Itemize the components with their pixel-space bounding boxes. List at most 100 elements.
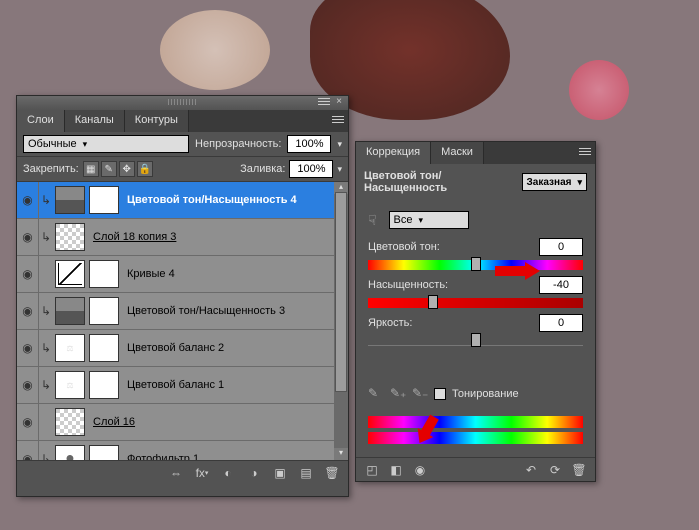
layer-thumbnail[interactable] bbox=[55, 445, 85, 460]
panel-menu-icon[interactable] bbox=[332, 116, 344, 125]
tab-layers[interactable]: Слои bbox=[17, 110, 65, 132]
eyedropper-minus-icon[interactable]: ✎₋ bbox=[412, 386, 428, 402]
lightness-slider-track[interactable] bbox=[368, 336, 583, 346]
saturation-input[interactable]: -40 bbox=[539, 276, 583, 294]
lock-row: Закрепить: ▦ ✎ ✥ 🔒 Заливка: 100% ▾ bbox=[17, 156, 348, 182]
visibility-eye-icon[interactable] bbox=[17, 256, 39, 292]
delete-adjustment-icon[interactable]: 🗑 bbox=[571, 462, 587, 478]
lock-all-icon[interactable]: 🔒 bbox=[137, 161, 153, 177]
colorize-checkbox[interactable] bbox=[434, 388, 446, 400]
layer-name-label[interactable]: Цветовой тон/Насыщенность 4 bbox=[127, 194, 297, 206]
clip-arrow-icon: ↳ bbox=[39, 230, 53, 244]
layer-row[interactable]: ↳Фотофильтр 1 bbox=[17, 441, 348, 460]
layer-row[interactable]: ↳⚖Цветовой баланс 1 bbox=[17, 367, 348, 404]
layer-name-label[interactable]: Цветовой тон/Насыщенность 3 bbox=[127, 305, 285, 317]
lock-position-icon[interactable]: ✥ bbox=[119, 161, 135, 177]
fx-icon[interactable]: fx▾ bbox=[194, 465, 210, 481]
layer-thumbnail[interactable] bbox=[55, 297, 85, 325]
tab-adjustments[interactable]: Коррекция bbox=[356, 142, 431, 164]
scrollbar[interactable]: ▴ ▾ bbox=[334, 182, 348, 460]
blend-mode-select[interactable]: Обычные bbox=[23, 135, 189, 153]
chevron-down-icon[interactable]: ▾ bbox=[337, 164, 342, 175]
lightness-input[interactable]: 0 bbox=[539, 314, 583, 332]
new-layer-icon[interactable]: ▤ bbox=[298, 465, 314, 481]
preset-select[interactable]: Заказная bbox=[522, 173, 587, 191]
layer-row[interactable]: ↳ Слой 18 копия 3 bbox=[17, 219, 348, 256]
saturation-row: Насыщенность: -40 bbox=[356, 276, 595, 294]
visibility-eye-icon[interactable] bbox=[17, 404, 39, 440]
lightness-slider-thumb[interactable] bbox=[471, 333, 481, 347]
chevron-down-icon[interactable]: ▾ bbox=[337, 139, 342, 150]
mask-thumbnail[interactable] bbox=[89, 445, 119, 460]
mask-thumbnail[interactable] bbox=[89, 186, 119, 214]
scrubby-hand-icon[interactable]: ☟ bbox=[368, 212, 377, 229]
visibility-eye-icon[interactable] bbox=[17, 367, 39, 403]
lock-label: Закрепить: bbox=[23, 163, 79, 175]
lightness-row: Яркость: 0 bbox=[356, 314, 595, 332]
panel-menu-icon[interactable] bbox=[579, 148, 591, 157]
visibility-eye-icon[interactable] bbox=[17, 182, 39, 218]
layer-row[interactable]: ↳⚖ Цветовой баланс 2 bbox=[17, 330, 348, 367]
layer-name-label[interactable]: Фотофильтр 1 bbox=[127, 453, 199, 460]
add-mask-icon[interactable]: ◐ bbox=[220, 465, 236, 481]
layer-name-label[interactable]: Цветовой баланс 1 bbox=[127, 379, 224, 391]
layer-name-label[interactable]: Слой 18 копия 3 bbox=[93, 231, 176, 243]
lightness-label: Яркость: bbox=[368, 317, 412, 329]
hue-slider-track[interactable] bbox=[368, 260, 583, 270]
fill-input[interactable]: 100% bbox=[289, 160, 333, 178]
mask-thumbnail[interactable] bbox=[89, 297, 119, 325]
mask-thumbnail[interactable] bbox=[89, 260, 119, 288]
layer-name-label[interactable]: Цветовой баланс 2 bbox=[127, 342, 224, 354]
tab-channels[interactable]: Каналы bbox=[65, 110, 125, 132]
lock-transparent-icon[interactable]: ▦ bbox=[83, 161, 99, 177]
layer-name-label[interactable]: Кривые 4 bbox=[127, 268, 175, 280]
tab-paths[interactable]: Контуры bbox=[125, 110, 189, 132]
visibility-eye-icon[interactable] bbox=[17, 293, 39, 329]
new-group-icon[interactable]: ▣ bbox=[272, 465, 288, 481]
layer-name-label[interactable]: Слой 16 bbox=[93, 416, 135, 428]
tab-masks[interactable]: Маски bbox=[431, 142, 484, 164]
layer-thumbnail[interactable] bbox=[55, 186, 85, 214]
hue-row: Цветовой тон: 0 bbox=[356, 238, 595, 256]
link-layers-icon[interactable]: ⇔ bbox=[168, 465, 184, 481]
visibility-eye-icon[interactable] bbox=[17, 330, 39, 366]
scroll-down-icon[interactable]: ▾ bbox=[334, 448, 348, 460]
close-icon[interactable]: × bbox=[334, 97, 344, 107]
layer-thumbnail[interactable] bbox=[55, 408, 85, 436]
toggle-visibility-icon[interactable]: ◉ bbox=[412, 462, 428, 478]
layer-thumbnail[interactable]: ⚖ bbox=[55, 371, 85, 399]
visibility-eye-icon[interactable] bbox=[17, 441, 39, 460]
saturation-slider-track[interactable] bbox=[368, 298, 583, 308]
adj-tabs: Коррекция Маски bbox=[356, 142, 595, 164]
mask-thumbnail[interactable] bbox=[89, 334, 119, 362]
scrollbar-thumb[interactable] bbox=[335, 192, 347, 392]
layer-thumbnail[interactable]: ⚖ bbox=[55, 334, 85, 362]
panel-header[interactable]: × bbox=[17, 96, 348, 110]
clip-to-layer-icon[interactable]: ◧ bbox=[388, 462, 404, 478]
hue-input[interactable]: 0 bbox=[539, 238, 583, 256]
layer-row[interactable]: ↳Цветовой тон/Насыщенность 3 bbox=[17, 293, 348, 330]
new-adjustment-icon[interactable]: ◑ bbox=[246, 465, 262, 481]
layer-row[interactable]: Слой 16 bbox=[17, 404, 348, 441]
hue-slider-thumb[interactable] bbox=[471, 257, 481, 271]
panel-menu-icon[interactable] bbox=[318, 98, 330, 107]
saturation-slider-thumb[interactable] bbox=[428, 295, 438, 309]
mask-thumbnail[interactable] bbox=[89, 371, 119, 399]
opacity-input[interactable]: 100% bbox=[287, 135, 331, 153]
expand-view-icon[interactable]: ◰ bbox=[364, 462, 380, 478]
lock-pixels-icon[interactable]: ✎ bbox=[101, 161, 117, 177]
layer-row[interactable]: ↳ Цветовой тон/Насыщенность 4 bbox=[17, 182, 348, 219]
lock-icons: ▦ ✎ ✥ 🔒 bbox=[83, 161, 153, 177]
clip-arrow-icon: ↳ bbox=[39, 341, 53, 355]
eyedropper-plus-icon[interactable]: ✎₊ bbox=[390, 386, 406, 402]
eyedropper-icon[interactable]: ✎ bbox=[368, 386, 384, 402]
layer-thumbnail[interactable] bbox=[55, 260, 85, 288]
clip-arrow-icon: ↳ bbox=[39, 193, 53, 207]
delete-layer-icon[interactable]: 🗑 bbox=[324, 465, 340, 481]
layer-row[interactable]: Кривые 4 bbox=[17, 256, 348, 293]
previous-state-icon[interactable]: ↶ bbox=[523, 462, 539, 478]
channel-select[interactable]: Все bbox=[389, 211, 469, 229]
reset-icon[interactable]: ⟳ bbox=[547, 462, 563, 478]
visibility-eye-icon[interactable] bbox=[17, 219, 39, 255]
layer-thumbnail[interactable] bbox=[55, 223, 85, 251]
